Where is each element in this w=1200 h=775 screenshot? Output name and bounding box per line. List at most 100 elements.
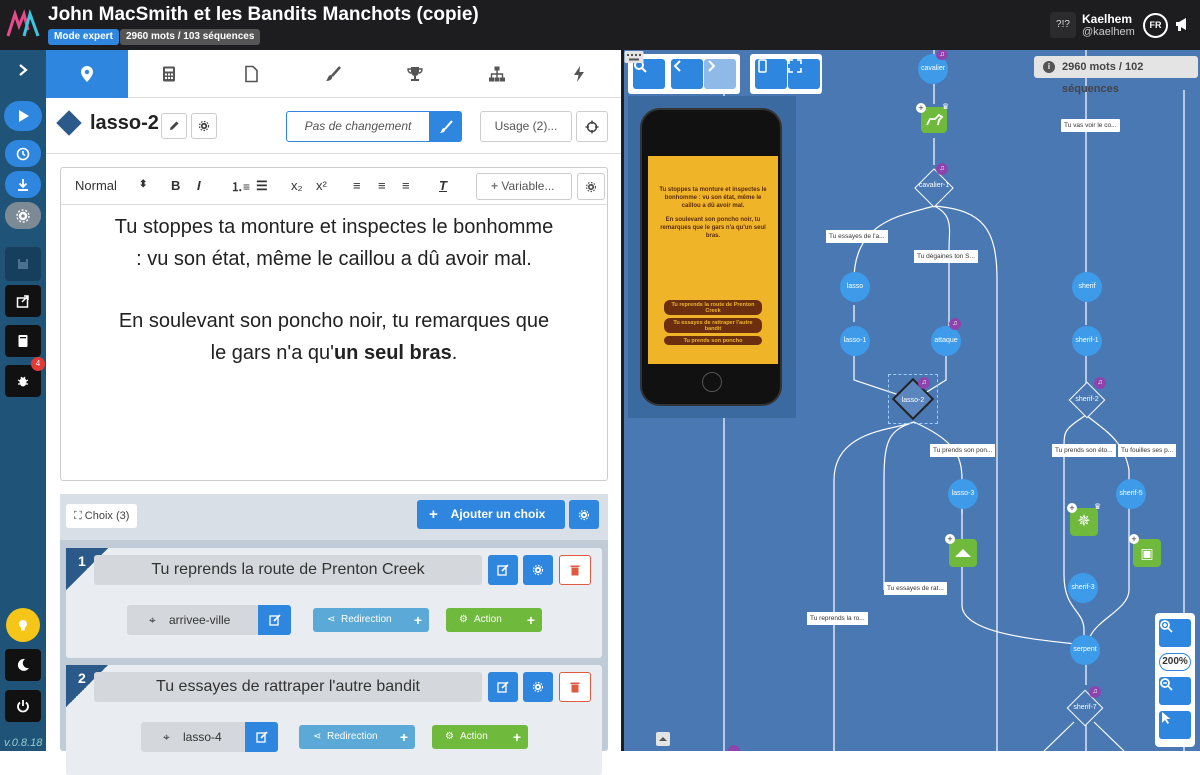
tab-document[interactable] [210, 50, 292, 98]
graph-action-node[interactable]: ▣ [1133, 539, 1161, 567]
save-button[interactable] [5, 247, 41, 281]
select-tool-button[interactable] [1159, 711, 1191, 739]
phone-screen[interactable]: Tu stoppes ta monture et inspectes le bo… [648, 156, 778, 364]
superscript-button[interactable]: x² [316, 178, 327, 193]
choice-target[interactable]: ⌖ lasso-4 [141, 722, 247, 752]
edge-label[interactable]: Tu prends son pon... [930, 444, 996, 457]
play-button[interactable] [4, 101, 42, 131]
bullet-list-button[interactable]: ☰ [256, 178, 268, 194]
edit-target-button[interactable] [245, 722, 278, 752]
graph-node[interactable]: sherif-3 [1068, 573, 1098, 603]
logout-button[interactable] [5, 690, 41, 722]
choices-count[interactable]: ⛶ Choix (3) [66, 504, 138, 528]
choice-target[interactable]: ⌖ arrivee-ville [127, 605, 259, 635]
theme-button[interactable] [429, 111, 462, 142]
history-button[interactable] [5, 140, 41, 167]
tab-theme[interactable] [292, 50, 374, 98]
add-icon[interactable]: + [916, 103, 926, 113]
graph-node[interactable]: sherif-1 [1072, 326, 1102, 356]
locate-node-button[interactable] [576, 111, 608, 142]
tab-variables[interactable] [128, 50, 210, 98]
megaphone-icon[interactable] [1174, 15, 1192, 33]
phone-choice[interactable]: Tu prends son poncho [664, 336, 762, 345]
edge-label[interactable]: Tu essayes de l'a... [826, 230, 888, 243]
dark-mode-button[interactable] [5, 649, 41, 681]
user-name[interactable]: Kaelhem [1082, 12, 1132, 26]
book-button[interactable] [5, 325, 41, 357]
edge-label[interactable]: Tu essayes de rat... [884, 582, 947, 595]
edge-label[interactable]: Tu fouilles ses p... [1118, 444, 1177, 457]
phone-choice[interactable]: Tu essayes de rattraper l'autre bandit [664, 318, 762, 333]
zoom-level[interactable]: 200% [1159, 653, 1191, 671]
edit-target-button[interactable] [258, 605, 291, 635]
expand-rail-button[interactable] [5, 56, 41, 83]
chevron-up-icon[interactable] [656, 732, 670, 746]
graph-node[interactable]: serpent [1070, 635, 1100, 665]
rename-node-button[interactable] [161, 113, 187, 139]
edge-label[interactable]: Tu vas voir le co... [1061, 119, 1120, 132]
edit-choice-button[interactable] [488, 672, 518, 702]
usage-button[interactable]: Usage (2)... [480, 111, 572, 142]
zoom-in-button[interactable] [1159, 619, 1191, 647]
download-button[interactable] [5, 171, 41, 198]
fullscreen-button[interactable] [788, 59, 820, 89]
edit-choice-button[interactable] [488, 555, 518, 585]
graph-node[interactable]: sherif-5 [1116, 479, 1146, 509]
subscript-button[interactable]: x₂ [291, 178, 303, 193]
settings-button[interactable] [5, 202, 41, 229]
delete-choice-button[interactable] [559, 672, 591, 702]
style-select-arrows[interactable]: ⬍ [139, 179, 147, 190]
delete-choice-button[interactable] [559, 555, 591, 585]
graph-node[interactable]: lasso-1 [840, 326, 870, 356]
choice-settings-button[interactable] [523, 555, 553, 585]
phone-choice[interactable]: Tu reprends la route de Prenton Creek [664, 300, 762, 315]
choice-settings-button[interactable] [523, 672, 553, 702]
choices-settings-button[interactable] [569, 500, 599, 529]
action-button[interactable]: ⚙ Action + [446, 608, 542, 632]
graph-forward-button[interactable] [704, 59, 736, 89]
choice-title[interactable]: Tu essayes de rattraper l'autre bandit [94, 672, 482, 702]
add-icon[interactable]: + [1129, 534, 1139, 544]
phone-preview-toggle[interactable] [755, 59, 787, 89]
align-left-button[interactable]: ≡ [353, 178, 361, 193]
keyboard-icon[interactable] [624, 50, 644, 64]
add-icon[interactable]: + [945, 534, 955, 544]
align-center-button[interactable]: ≡ [378, 178, 386, 193]
help-button[interactable]: ?!? [1050, 12, 1076, 38]
style-select[interactable]: Normal [75, 178, 117, 193]
app-logo-icon[interactable] [6, 8, 40, 40]
italic-button[interactable]: I [197, 178, 201, 193]
align-right-button[interactable]: ≡ [402, 178, 410, 193]
theme-status[interactable]: Pas de changement [286, 111, 430, 142]
graph-node[interactable]: lasso-3 [948, 479, 978, 509]
graph-node[interactable]: lasso [840, 272, 870, 302]
add-icon[interactable]: + [1067, 503, 1077, 513]
action-button[interactable]: ⚙ Action + [432, 725, 528, 749]
share-button[interactable] [5, 285, 41, 317]
node-settings-button[interactable] [191, 113, 217, 139]
story-graph[interactable]: cavalier cavalier-1 lasso lasso-1 attaqu… [624, 50, 1200, 751]
tab-structure[interactable] [456, 50, 538, 98]
tab-node[interactable] [46, 50, 128, 98]
editor-content[interactable]: Tu stoppes ta monture et inspectes le bo… [61, 205, 607, 480]
graph-node[interactable]: sherif [1072, 272, 1102, 302]
clear-format-button[interactable]: T [439, 178, 447, 193]
redirection-button[interactable]: ⋖ Redirection + [313, 608, 429, 632]
edge-label[interactable]: Tu dégaines ton S... [914, 250, 978, 263]
tab-achievements[interactable] [374, 50, 456, 98]
language-button[interactable]: FR [1143, 13, 1168, 38]
edge-label[interactable]: Tu reprends la ro... [807, 612, 868, 625]
tips-button[interactable] [6, 608, 40, 642]
add-choice-button[interactable]: + Ajouter un choix [417, 500, 565, 529]
editor-settings-button[interactable] [577, 173, 605, 200]
bold-button[interactable]: B [171, 178, 180, 193]
graph-node[interactable]: attaque [931, 326, 961, 356]
choice-title[interactable]: Tu reprends la route de Prenton Creek [94, 555, 482, 585]
insert-variable-button[interactable]: + Variable... [476, 173, 572, 200]
graph-back-button[interactable] [671, 59, 703, 89]
ordered-list-button[interactable]: ⒈≡ [231, 178, 250, 195]
edge-label[interactable]: Tu prends son éto... [1052, 444, 1116, 457]
tab-actions[interactable] [538, 50, 620, 98]
graph-action-node[interactable] [949, 539, 977, 567]
zoom-out-button[interactable] [1159, 677, 1191, 705]
